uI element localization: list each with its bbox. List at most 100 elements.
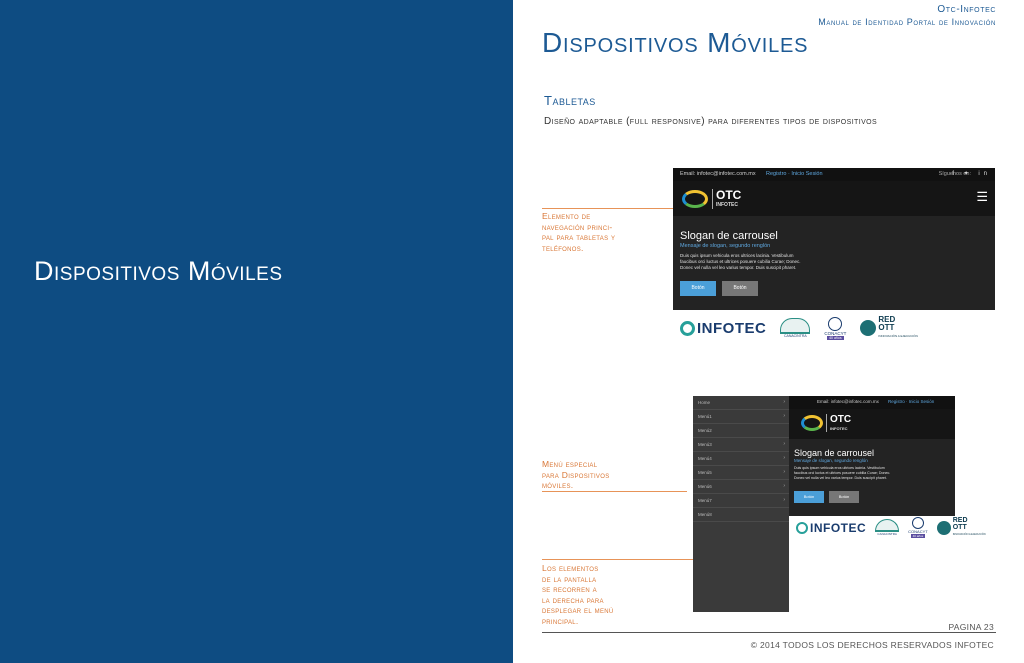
chevron-right-icon: › [783,497,785,503]
page-number: PAGINA 23 [948,622,994,632]
menu-item-label: Menú5 [698,470,712,475]
text-line: Donec vel nulla vel leo varius tempor. D… [680,265,797,270]
note-line: principal. [542,615,579,626]
partner-logos: INFOTEC CANACINTRA CONACYT 40 años RED O… [680,316,918,340]
carousel-button-secondary[interactable]: Botón [829,491,859,503]
note-line: navegación princi- [542,221,613,232]
social-icons[interactable]: f ✦ in [952,170,991,177]
callout-line [542,491,687,492]
menu-item-label: Menú7 [698,498,712,503]
header-brand: Otc-Infotec [937,4,996,15]
note-slide: Los elementos de la pantalla se recorren… [542,563,614,626]
page-title: Dispositivos Móviles [542,27,809,58]
conacyt-years: 40 años [910,534,926,538]
menu-item[interactable]: Menú5 › [693,466,789,480]
seal-icon [875,519,900,532]
logo-infotec: INFOTEC [716,202,738,208]
menu-item[interactable]: Menú2 [693,424,789,438]
infotec-ring-icon [680,320,695,336]
menu-item-label: Menú2 [698,428,712,433]
menu-item-label: Menú6 [698,484,712,489]
carousel-subslogan: Mensaje de slogan, segundo renglón [794,458,868,463]
conacyt-logo: CONACYT 40 años [908,517,928,538]
logo-infotec: INFOTEC [830,426,848,431]
mockup-topbar: Email: infotec@infotec.com.mx Registro ·… [673,168,995,181]
menu-item[interactable]: Menú1 › [693,410,789,424]
note-line: Menú especial [542,459,598,469]
carousel-text: Duis quis ipsum vehicula eros ultrices l… [794,466,890,481]
mockup-register-link[interactable]: Registro · Inicio Sesión [888,399,934,404]
partner-logos: INFOTEC CANACINTRA CONACYT 40 años RED O… [796,517,986,538]
menu-item[interactable]: Menú8 [693,508,789,522]
infotec-logo: INFOTEC [680,320,766,337]
ott-text: OTT [952,524,967,531]
note-line: Los elementos [542,563,599,573]
red-ott-tagline: INNOVACIÓN A EJECUCIÓN [952,533,986,536]
red-ott-logo: RED OTT INNOVACIÓN A EJECUCIÓN [860,316,918,340]
menu-item[interactable]: Menú6 › [693,480,789,494]
chevron-right-icon: › [783,483,785,489]
mockup-carousel: Slogan de carrousel Mensaje de slogan, s… [789,439,955,516]
menu-item[interactable]: Home › [693,396,789,410]
red-ott-icon [860,320,877,336]
header-manual: Manual de Identidad Portal de Innovación [818,17,996,27]
canacintra-logo: CANACINTRA [780,318,811,338]
tablet-mockup: Email: infotec@infotec.com.mx Registro ·… [673,168,995,310]
menu-item-label: Menú8 [698,512,712,517]
ott-text: OTT [878,323,895,332]
carousel-slogan: Slogan de carrousel [680,230,778,242]
mockup-carousel: Slogan de carrousel Mensaje de slogan, s… [673,216,995,310]
chevron-right-icon: › [783,399,785,405]
conacyt-icon [911,517,924,529]
seal-icon [780,318,811,334]
red-ott-icon [936,520,951,535]
seal-text: CANACINTRA [783,334,807,338]
mobile-side-menu: Home › Menú1 › Menú2 Menú3 › Menú4 › Menú5 › … [693,396,789,612]
logo-otc: OTC [830,414,852,425]
note-line: pal para tabletas y [542,232,616,242]
menu-item[interactable]: Menú7 › [693,494,789,508]
menu-item-label: Home [698,400,711,405]
note-line: desplegar el menú [542,605,614,615]
mockup-register-link[interactable]: Registro · Inicio Sesión [766,171,823,177]
menu-item-label: Menú1 [698,414,712,419]
conacyt-logo: CONACYT 40 años [824,316,846,340]
copyright: © 2014 TODOS LOS DERECHOS RESERVADOS INF… [750,640,994,650]
mockup-navbar: OTC INFOTEC ☰ [673,181,995,216]
menu-item[interactable]: Menú3 › [693,438,789,452]
carousel-text: Duis quis ipsum vehicula eros ultrices l… [680,253,801,271]
mockup-email: Email: infotec@infotec.com.mx [680,171,756,177]
note-menu: Menú especial para Dispositivos móviles. [542,459,610,491]
carousel-button-secondary[interactable]: Botón [722,281,758,296]
section-title: Dispositivos Móviles [34,256,283,286]
mobile-mockup: Email: infotec@infotec.com.mx Registro ·… [789,396,955,516]
note-line: Elemento de [542,211,591,221]
logo-divider [712,189,713,209]
otc-logo-icon [682,190,708,208]
note-line: de la pantalla [542,573,597,584]
infotec-wordmark: INFOTEC [697,319,767,337]
note-line: se recorren a [542,584,597,594]
cover-panel: Dispositivos Móviles [0,0,513,663]
menu-item-label: Menú3 [698,442,712,447]
chevron-right-icon: › [783,455,785,461]
note-line: teléfonos. [542,242,584,253]
infotec-ring-icon [796,521,808,534]
red-ott-logo: RED OTT INNOVACIÓN A EJECUCIÓN [936,517,986,538]
mockup-email: Email: infotec@infotec.com.mx [817,399,879,404]
carousel-slogan: Slogan de carrousel [794,448,875,458]
menu-item-label: Menú4 [698,456,712,461]
content-page: Otc-Infotec Manual de Identidad Portal d… [513,0,1024,663]
hamburger-menu-icon[interactable]: ☰ [976,189,988,205]
red-text: RED [952,517,968,524]
carousel-subslogan: Mensaje de slogan, segundo renglón [680,243,771,249]
note-navigation: Elemento de navegación princi- pal para … [542,211,615,253]
chevron-right-icon: › [783,413,785,419]
conacyt-years: 40 años [827,335,844,340]
otc-logo-icon [801,415,823,431]
menu-item[interactable]: Menú4 › [693,452,789,466]
carousel-button-primary[interactable]: Botón [794,491,824,503]
note-line: móviles. [542,480,574,490]
carousel-button-primary[interactable]: Botón [680,281,716,296]
chevron-right-icon: › [783,469,785,475]
